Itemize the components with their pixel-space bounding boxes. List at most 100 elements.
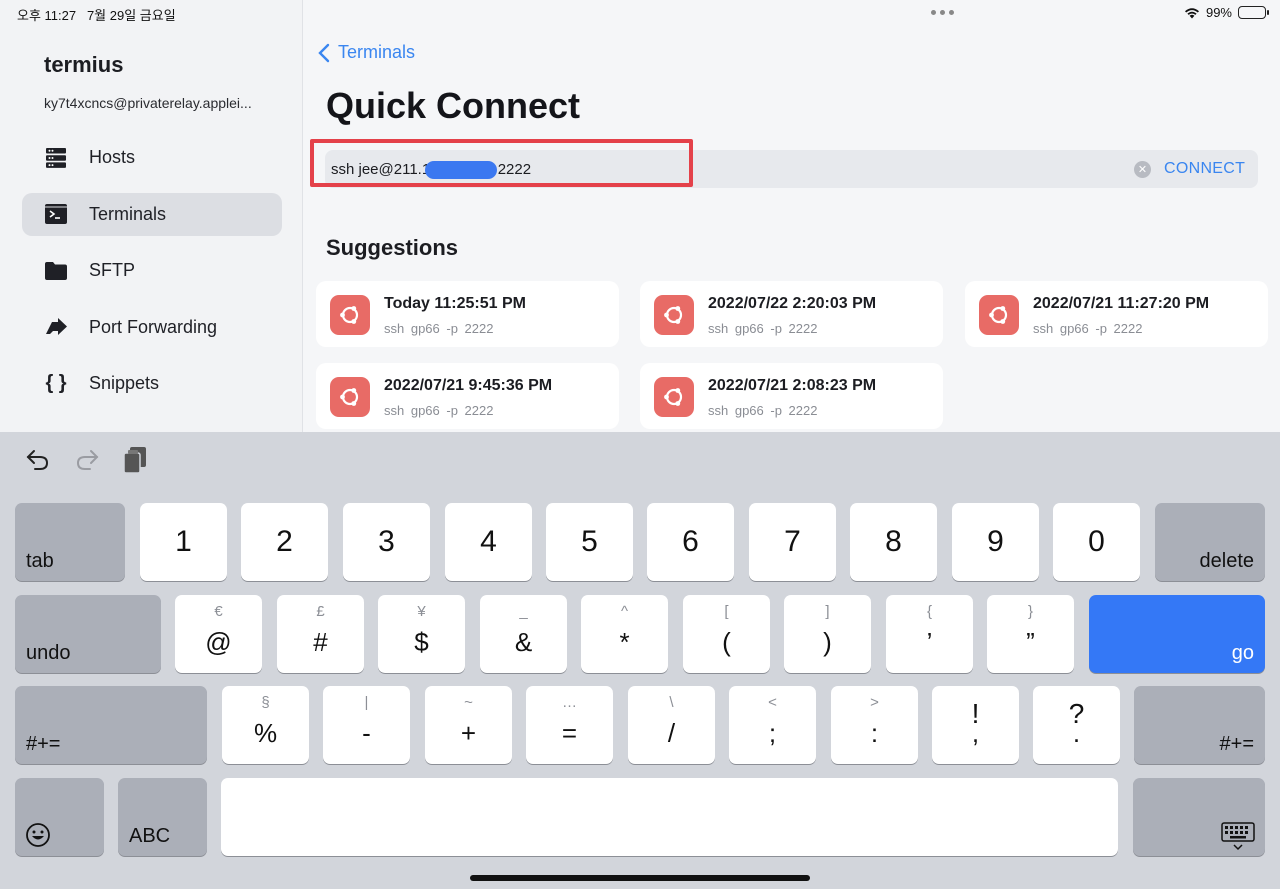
key-sublabel: <: [768, 694, 777, 711]
wifi-icon: [1184, 7, 1199, 18]
key-hash[interactable]: £ #: [277, 595, 364, 673]
key-period[interactable]: ?.: [1033, 686, 1120, 764]
key-label: 6: [682, 525, 699, 558]
key-5[interactable]: 5: [546, 503, 633, 581]
home-indicator[interactable]: [470, 875, 810, 881]
key-sublabel: \: [669, 694, 674, 711]
undo-key[interactable]: undo: [15, 595, 161, 673]
key-0[interactable]: 0: [1053, 503, 1140, 581]
ubuntu-icon: [654, 377, 694, 417]
key-sublabel: {: [926, 603, 932, 620]
suggestion-command: ssh gp66 -p 2222: [708, 321, 818, 336]
ubuntu-icon: [654, 295, 694, 335]
sidebar-item-label: Snippets: [89, 373, 160, 393]
key-sublabel: ]: [825, 603, 830, 620]
suggestion-command: ssh gp66 -p 2222: [708, 403, 818, 418]
undo-toolbar-icon[interactable]: [25, 447, 51, 478]
key-ampersand[interactable]: _ &: [480, 595, 567, 673]
key-minus[interactable]: | -: [323, 686, 410, 764]
key-equals[interactable]: … =: [526, 686, 613, 764]
key-quote[interactable]: }”: [987, 595, 1074, 673]
key-label: %: [253, 718, 278, 748]
status-time-date: 오후 11:27 7월 29일 금요일: [17, 5, 176, 24]
key-at[interactable]: € @: [175, 595, 262, 673]
delete-key[interactable]: delete: [1155, 503, 1265, 581]
more-symbols-key-right[interactable]: #+=: [1134, 686, 1265, 764]
suggestion-timestamp: 2022/07/22 2:20:03 PM: [708, 295, 877, 312]
key-percent[interactable]: §%: [222, 686, 309, 764]
key-1[interactable]: 1: [140, 503, 227, 581]
key-label: ’: [926, 627, 933, 657]
key-label: 8: [885, 525, 902, 558]
sidebar-item-terminals[interactable]: Terminals: [22, 192, 282, 236]
key-semicolon[interactable]: <;: [729, 686, 816, 764]
app-window: 오후 11:27 7월 29일 금요일 termius ky7t4xcncs@p…: [0, 0, 1280, 432]
redo-toolbar-icon[interactable]: [74, 447, 100, 478]
suggestion-card[interactable]: 2022/07/21 11:27:20 PM ssh gp66 -p 2222: [965, 281, 1268, 347]
suggestion-card[interactable]: Today 11:25:51 PM ssh gp66 -p 2222: [316, 281, 619, 347]
clear-icon[interactable]: ✕: [1134, 161, 1151, 178]
key-paren-open[interactable]: [(: [683, 595, 770, 673]
key-comma[interactable]: !,: [932, 686, 1019, 764]
key-sublabel: £: [316, 603, 325, 620]
port-forwarding-icon: [44, 315, 68, 339]
key-2[interactable]: 2: [241, 503, 328, 581]
sidebar-item-port-forwarding[interactable]: Port Forwarding: [22, 306, 282, 349]
dismiss-keyboard-key[interactable]: [1133, 778, 1265, 856]
sidebar-item-label: Hosts: [89, 147, 136, 167]
suggestion-timestamp: 2022/07/21 2:08:23 PM: [708, 377, 877, 394]
page-title: Quick Connect: [326, 85, 581, 126]
key-label: /: [667, 718, 676, 748]
key-slash[interactable]: \ /: [628, 686, 715, 764]
multitasking-dots-icon[interactable]: [931, 10, 954, 15]
emoji-key[interactable]: [15, 778, 104, 856]
sidebar: 오후 11:27 7월 29일 금요일 termius ky7t4xcncs@p…: [0, 0, 303, 432]
go-key[interactable]: go: [1089, 595, 1265, 673]
key-label: =: [561, 718, 578, 748]
key-9[interactable]: 9: [952, 503, 1039, 581]
suggestions-heading: Suggestions: [326, 235, 459, 260]
tab-key[interactable]: tab: [15, 503, 125, 581]
key-label: :: [870, 718, 879, 748]
terminal-icon: [44, 202, 68, 226]
key-6[interactable]: 6: [647, 503, 734, 581]
key-3[interactable]: 3: [343, 503, 430, 581]
key-label: 5: [581, 525, 598, 558]
suggestion-timestamp: 2022/07/21 9:45:36 PM: [384, 377, 553, 394]
more-symbols-key-left[interactable]: #+=: [15, 686, 207, 764]
sidebar-item-snippets[interactable]: { } Snippets: [22, 362, 282, 405]
key-8[interactable]: 8: [850, 503, 937, 581]
app-brand: termius: [44, 52, 124, 77]
key-label: #: [313, 627, 328, 657]
key-label: 2: [276, 525, 293, 558]
key-7[interactable]: 7: [749, 503, 836, 581]
suggestion-card[interactable]: 2022/07/21 2:08:23 PM ssh gp66 -p 2222: [640, 363, 943, 429]
paste-icon[interactable]: [122, 445, 148, 480]
sidebar-item-sftp[interactable]: SFTP: [22, 249, 282, 292]
key-paren-close[interactable]: ]): [784, 595, 871, 673]
key-sublabel: €: [214, 603, 223, 620]
back-button[interactable]: Terminals: [318, 42, 415, 63]
suggestion-card[interactable]: 2022/07/22 2:20:03 PM ssh gp66 -p 2222: [640, 281, 943, 347]
snippets-icon: { }: [45, 372, 67, 394]
chevron-left-icon: [318, 43, 330, 62]
suggestion-card[interactable]: 2022/07/21 9:45:36 PM ssh gp66 -p 2222: [316, 363, 619, 429]
key-sublabel: |: [364, 694, 369, 711]
keyboard-dismiss-icon: [1221, 822, 1255, 851]
key-sublabel: }: [1027, 603, 1033, 620]
key-dollar[interactable]: ¥ $: [378, 595, 465, 673]
sidebar-item-label: Port Forwarding: [89, 316, 218, 337]
ubuntu-icon: [979, 295, 1019, 335]
back-label: Terminals: [338, 42, 416, 62]
folder-icon: [44, 259, 68, 283]
key-4[interactable]: 4: [445, 503, 532, 581]
key-colon[interactable]: >:: [831, 686, 918, 764]
key-plus[interactable]: ~ +: [425, 686, 512, 764]
key-label: -: [362, 718, 371, 748]
key-asterisk[interactable]: ^ *: [581, 595, 668, 673]
sidebar-item-hosts[interactable]: Hosts: [22, 136, 282, 179]
key-apostrophe[interactable]: {’: [886, 595, 973, 673]
space-key[interactable]: [221, 778, 1118, 856]
abc-key[interactable]: ABC: [118, 778, 207, 856]
connect-button[interactable]: CONNECT: [1164, 160, 1245, 178]
